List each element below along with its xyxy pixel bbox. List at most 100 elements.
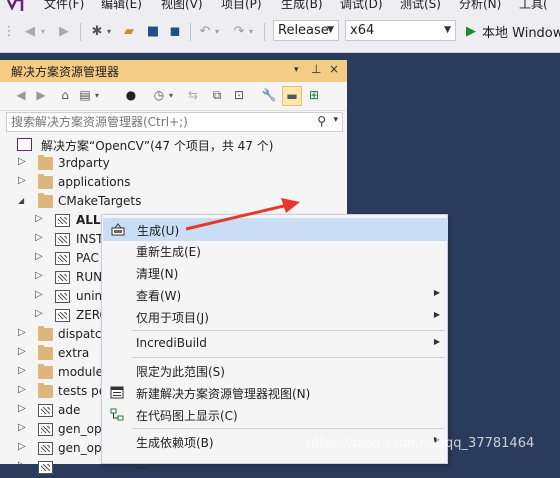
expand-arrow-icon[interactable]: ▷ — [18, 175, 28, 186]
platform-select[interactable]: x64 ▼ — [345, 20, 456, 41]
standard-toolbar: ⋮ ◀ ▾ ▶ ✱ ▾ ▰ ■ ◼ ↶ ▾ ↷ ▾ Release ▼ x64 … — [0, 11, 560, 53]
expand-arrow-icon[interactable]: ▷ — [18, 460, 28, 471]
menu-project[interactable]: 项目(P) — [221, 0, 262, 11]
solution-explorer-toolbar: ◀ ▶ ⌂ ▤ ▾ ● ◷ ▾ ⇆ ⧉ ⊡ 🔧 ▬ ⊞ — [0, 82, 347, 111]
chevron-down-icon[interactable]: ▾ — [92, 86, 102, 104]
pin-icon[interactable]: ⊥ — [311, 62, 321, 76]
menu-item-label: 仅用于项目(J) — [136, 311, 209, 325]
save-icon[interactable]: ■ — [144, 21, 162, 41]
search-icon[interactable]: ⚲ — [317, 114, 326, 128]
submenu-arrow-icon: ▶ — [433, 288, 440, 297]
menu-debug[interactable]: 调试(D) — [340, 0, 383, 11]
project-icon — [38, 442, 53, 455]
window-position-icon[interactable]: ▾ — [294, 65, 299, 75]
expand-arrow-icon[interactable]: ▷ — [18, 346, 28, 357]
menu-build[interactable]: 生成(B) — [281, 0, 323, 11]
menu-file[interactable]: 文件(F) — [44, 0, 84, 11]
tree-item-label: ade — [58, 403, 81, 417]
expand-arrow-icon[interactable]: ▷ — [35, 232, 45, 243]
copy-icon[interactable]: ⊡ — [230, 86, 248, 104]
redo-dropdown-icon[interactable]: ▾ — [246, 21, 256, 41]
class-view-icon[interactable]: ⊞ — [305, 86, 323, 104]
folder-icon — [38, 155, 53, 170]
home-icon[interactable]: ⌂ — [56, 86, 74, 104]
menu-analyze[interactable]: 分析(N) — [459, 0, 501, 11]
tree-item-label: dispatc — [58, 327, 102, 341]
tree-item-label: applications — [58, 175, 131, 189]
forward-icon[interactable]: ▶ — [32, 86, 50, 104]
folder-icon — [38, 345, 53, 360]
save-all-icon[interactable]: ◼ — [166, 21, 184, 41]
close-icon[interactable]: × — [329, 62, 339, 76]
toolbar-separator — [264, 23, 265, 41]
project-icon — [38, 461, 53, 474]
menu-item-project-only[interactable]: 仅用于项目(J) ▶ — [103, 306, 446, 327]
solution-search-box[interactable]: ⚲ ▾ — [6, 112, 343, 132]
tree-item-label: ALL — [76, 213, 101, 227]
menu-view[interactable]: 视图(V) — [161, 0, 203, 11]
open-file-icon[interactable]: ▰ — [120, 21, 138, 41]
expand-arrow-icon[interactable]: ▷ — [35, 308, 45, 319]
collapse-arrow-icon[interactable]: ◢ — [18, 196, 28, 205]
menu-item-rebuild[interactable]: 重新生成(E) — [103, 240, 446, 261]
expand-arrow-icon[interactable]: ▷ — [35, 213, 45, 224]
project-icon — [55, 271, 70, 284]
menu-item-label: 生成依赖项(B) — [136, 436, 214, 450]
project-icon — [55, 252, 70, 265]
tree-item-3rdparty[interactable]: ▷ 3rdparty — [0, 155, 347, 174]
search-input[interactable] — [7, 113, 311, 131]
expand-arrow-icon[interactable]: ▷ — [18, 384, 28, 395]
menu-item-label: 限定为此范围(S) — [136, 365, 225, 379]
project-icon — [55, 233, 70, 246]
tree-item-label: RUN — [76, 270, 103, 284]
menu-item-show-on-code-map[interactable]: 在代码图上显示(C) — [103, 404, 446, 425]
back-icon[interactable]: ◀ — [12, 86, 30, 104]
expand-arrow-icon[interactable]: ▷ — [18, 156, 28, 167]
toolbar-grip-icon: ⋮ — [2, 23, 16, 39]
start-debugging-icon[interactable]: ▶ — [464, 21, 478, 41]
expand-arrow-icon[interactable]: ▷ — [18, 422, 28, 433]
menu-item-new-view[interactable]: 新建解决方案资源管理器视图(N) — [103, 382, 446, 403]
menu-bar: 文件(F) 编辑(E) 视图(V) 项目(P) 生成(B) 调试(D) 测试(S… — [0, 0, 560, 11]
expand-arrow-icon[interactable]: ▷ — [35, 270, 45, 281]
back-dropdown-icon[interactable]: ▾ — [38, 21, 48, 41]
watermark-text: https://blog.csdn.net/qq_37781464 — [306, 436, 535, 451]
preview-selected-icon[interactable]: ▬ — [282, 86, 302, 106]
expand-arrow-icon[interactable]: ▷ — [18, 365, 28, 376]
menu-item-clean[interactable]: 清理(N) — [103, 262, 446, 283]
run-target-button[interactable]: 本地 Windows — [482, 21, 560, 41]
chevron-down-icon[interactable]: ▾ — [333, 115, 338, 125]
tree-item-label: extra — [58, 346, 90, 360]
configuration-select[interactable]: Release ▼ — [273, 20, 339, 41]
menu-item-incredibuild[interactable]: IncrediBuild ▶ — [103, 333, 446, 354]
menu-item-view[interactable]: 查看(W) ▶ — [103, 284, 446, 305]
expand-arrow-icon[interactable]: ▷ — [18, 441, 28, 452]
menu-item-label: 重新生成(E) — [136, 245, 201, 259]
expand-arrow-icon[interactable]: ▷ — [35, 251, 45, 262]
tree-item-solution[interactable]: 解决方案“OpenCV”(47 个项目，共 47 个) — [0, 136, 347, 155]
globe-icon[interactable]: ● — [122, 86, 140, 104]
menu-edit[interactable]: 编辑(E) — [101, 0, 142, 11]
collapse-all-icon[interactable]: ⧉ — [208, 86, 226, 104]
sync-icon[interactable]: ⇆ — [184, 86, 202, 104]
expand-arrow-icon[interactable]: ▷ — [35, 289, 45, 300]
expand-arrow-icon[interactable]: ▷ — [18, 327, 28, 338]
submenu-arrow-icon: ▶ — [433, 337, 440, 346]
build-icon — [110, 222, 126, 236]
tree-item-label: 解决方案“OpenCV”(47 个项目，共 47 个) — [41, 139, 274, 153]
forward-icon[interactable]: ▶ — [56, 21, 72, 41]
tree-item-applications[interactable]: ▷ applications — [0, 174, 347, 193]
new-dropdown-icon[interactable]: ▾ — [104, 21, 114, 41]
menu-tools[interactable]: 工具( — [519, 0, 548, 11]
expand-arrow-icon[interactable]: ▷ — [18, 403, 28, 414]
back-icon[interactable]: ◀ — [22, 21, 38, 41]
undo-dropdown-icon[interactable]: ▾ — [212, 21, 222, 41]
menu-item-partial[interactable]: … — [103, 455, 446, 476]
folder-icon — [38, 364, 53, 379]
menu-test[interactable]: 测试(S) — [400, 0, 441, 11]
chevron-down-icon[interactable]: ▾ — [166, 86, 176, 104]
folder-icon — [38, 174, 53, 189]
tree-item-label: unin — [76, 289, 103, 303]
properties-wrench-icon[interactable]: 🔧 — [260, 86, 278, 104]
menu-item-scope-to-this[interactable]: 限定为此范围(S) — [103, 360, 446, 381]
